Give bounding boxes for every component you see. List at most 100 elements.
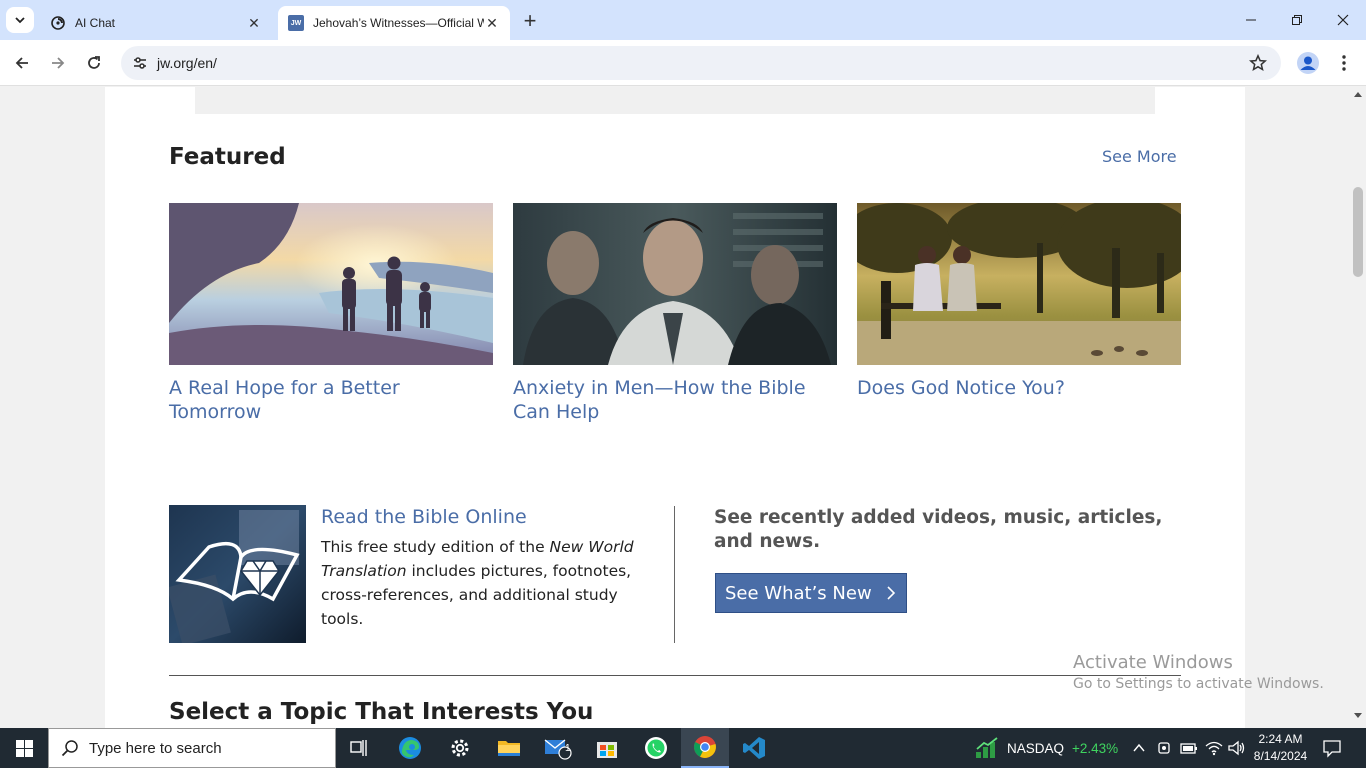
taskbar-search-box[interactable]: Type here to search xyxy=(48,728,336,768)
reload-icon xyxy=(88,56,100,69)
family-sunrise-image[interactable] xyxy=(169,203,493,365)
activate-windows-watermark: Activate Windows Go to Settings to activ… xyxy=(1073,652,1324,692)
close-window-button[interactable] xyxy=(1320,0,1366,40)
tab-ai-chat[interactable]: AI Chat ✕ xyxy=(40,6,272,40)
meet-now-tray-button[interactable] xyxy=(1157,728,1173,768)
back-button[interactable] xyxy=(7,48,37,78)
taskbar-clock[interactable]: 2:24 AM 8/14/2024 xyxy=(1253,731,1308,765)
camera-icon xyxy=(1158,742,1170,754)
store-taskbar-button[interactable] xyxy=(583,728,631,768)
whats-new-prompt: See recently added videos, music, articl… xyxy=(714,507,1163,552)
featured-card[interactable]: A Real Hope for a Better Tomorrow xyxy=(169,203,493,424)
see-more-link[interactable]: See More xyxy=(1102,147,1177,166)
ai-chat-icon xyxy=(50,15,66,31)
vscode-icon xyxy=(743,737,765,759)
search-icon xyxy=(61,740,78,757)
task-view-button[interactable] xyxy=(336,728,384,768)
featured-heading: Featured xyxy=(169,144,286,170)
notifications-button[interactable] xyxy=(1322,728,1342,768)
featured-card-title[interactable]: Does God Notice You? xyxy=(857,376,1181,400)
scroll-up-icon[interactable] xyxy=(1354,91,1362,97)
couple-on-bench-image[interactable] xyxy=(857,203,1181,365)
edge-taskbar-button[interactable] xyxy=(386,728,434,768)
stock-ticker-widget[interactable]: NASDAQ +2.43% xyxy=(975,728,1118,768)
browser-toolbar: jw.org/en/ xyxy=(0,40,1366,86)
arrow-right-icon xyxy=(52,57,65,69)
clock-date: 8/14/2024 xyxy=(1253,749,1308,763)
address-bar[interactable]: jw.org/en/ xyxy=(121,46,1281,80)
vscode-taskbar-button[interactable] xyxy=(730,728,778,768)
clock-time: 2:24 AM xyxy=(1258,732,1303,746)
network-tray-button[interactable] xyxy=(1205,728,1223,768)
close-icon[interactable]: ✕ xyxy=(484,15,500,31)
ticker-change: +2.43% xyxy=(1072,740,1119,756)
url-text[interactable]: jw.org/en/ xyxy=(157,55,217,71)
file-explorer-button[interactable] xyxy=(485,728,533,768)
volume-tray-button[interactable] xyxy=(1228,728,1246,768)
chevron-up-icon xyxy=(1133,743,1145,752)
whatsapp-taskbar-button[interactable] xyxy=(632,728,680,768)
section-divider xyxy=(169,675,1181,676)
page-viewport: Featured See More A Real Hope for a Bett… xyxy=(0,87,1366,728)
site-settings-icon[interactable] xyxy=(125,55,155,71)
battery-icon xyxy=(1180,743,1197,754)
watermark-title: Activate Windows xyxy=(1073,652,1233,673)
previous-section-band xyxy=(195,87,1155,114)
restore-icon xyxy=(1292,15,1302,25)
see-whats-new-button[interactable]: See What’s New xyxy=(715,573,907,613)
read-bible-online-link[interactable]: Read the Bible Online xyxy=(321,506,527,528)
chrome-icon xyxy=(693,736,716,758)
tab-jw-official[interactable]: JW Jehovah’s Witnesses—Official Website … xyxy=(278,6,510,40)
bookmark-star-icon[interactable] xyxy=(1248,53,1268,77)
minimize-icon xyxy=(1246,19,1256,21)
jw-favicon-text: JW xyxy=(288,15,304,31)
scroll-down-icon[interactable] xyxy=(1354,713,1362,719)
edge-icon xyxy=(399,737,421,759)
button-label: See What’s New xyxy=(725,582,872,604)
gear-icon xyxy=(451,739,469,757)
tab-title: AI Chat xyxy=(75,16,116,30)
stock-chart-icon xyxy=(976,737,998,758)
anxious-men-image[interactable] xyxy=(513,203,837,365)
chevron-right-icon xyxy=(887,586,895,600)
notification-icon xyxy=(1323,740,1341,758)
bible-description-text: This free study edition of the xyxy=(321,538,550,556)
battery-tray-button[interactable] xyxy=(1180,728,1198,768)
close-icon[interactable]: ✕ xyxy=(246,15,262,31)
chevron-down-icon xyxy=(15,17,25,24)
window-controls xyxy=(1228,0,1366,40)
page-scrollbar[interactable] xyxy=(1350,87,1366,728)
forward-button[interactable] xyxy=(43,48,73,78)
restore-button[interactable] xyxy=(1274,0,1320,40)
arrow-left-icon xyxy=(15,57,28,69)
start-button[interactable] xyxy=(0,728,48,768)
windows-logo-icon xyxy=(15,739,33,757)
reload-button[interactable] xyxy=(79,48,109,78)
jw-favicon-icon: JW xyxy=(288,15,304,31)
bible-description: This free study edition of the New World… xyxy=(321,535,641,631)
chrome-taskbar-button[interactable] xyxy=(681,728,729,768)
featured-card[interactable]: Anxiety in Men—How the Bible Can Help xyxy=(513,203,837,424)
featured-card[interactable]: Does God Notice You? xyxy=(857,203,1181,400)
featured-card-title[interactable]: Anxiety in Men—How the Bible Can Help xyxy=(513,376,837,424)
search-placeholder: Type here to search xyxy=(89,739,222,757)
minimize-button[interactable] xyxy=(1228,0,1274,40)
section-divider xyxy=(674,506,675,643)
page-content: Featured See More A Real Hope for a Bett… xyxy=(105,87,1245,728)
folder-icon xyxy=(498,741,520,756)
tab-strip: AI Chat ✕ JW Jehovah’s Witnesses—Officia… xyxy=(0,0,1366,40)
new-tab-button[interactable]: + xyxy=(518,8,542,33)
topics-heading: Select a Topic That Interests You xyxy=(169,699,594,725)
browser-menu-button[interactable] xyxy=(1332,49,1356,77)
bible-online-image[interactable] xyxy=(169,505,306,643)
featured-card-title[interactable]: A Real Hope for a Better Tomorrow xyxy=(169,376,493,424)
tab-search-button[interactable] xyxy=(6,7,34,33)
scrollbar-thumb[interactable] xyxy=(1353,187,1363,277)
task-view-icon xyxy=(350,740,367,756)
profile-button[interactable] xyxy=(1294,49,1322,77)
settings-taskbar-button[interactable] xyxy=(436,728,484,768)
mail-taskbar-button[interactable]: 1 xyxy=(534,728,582,768)
whatsapp-icon xyxy=(645,737,667,759)
show-hidden-icons-button[interactable] xyxy=(1132,728,1146,768)
wifi-icon xyxy=(1205,741,1223,756)
